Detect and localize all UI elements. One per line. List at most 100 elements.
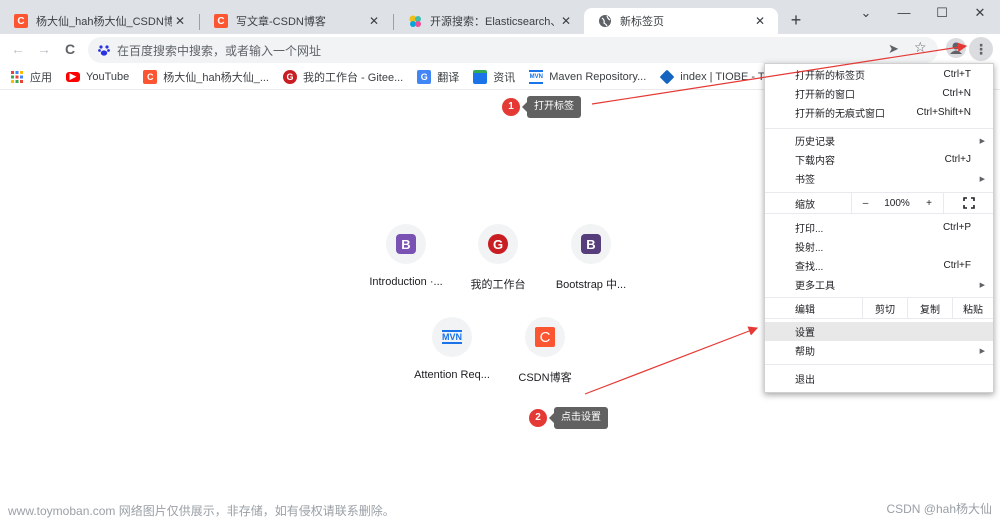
bookmark-gitee[interactable]: G 我的工作台 - Gitee... (283, 69, 403, 85)
close-tab-icon[interactable]: ✕ (366, 14, 382, 28)
reload-button[interactable]: C (60, 39, 80, 59)
menu-item-help[interactable]: 帮助 ▶ (765, 341, 993, 360)
globe-icon (598, 14, 612, 28)
bookmark-label: 我的工作台 - Gitee... (303, 71, 404, 84)
back-button[interactable]: ← (8, 39, 28, 59)
menu-item-more-tools[interactable]: 更多工具 ▶ (765, 275, 993, 294)
csdn-credit: CSDN @hah杨大仙 (886, 502, 992, 516)
toolbar: ← → C 在百度搜索中搜索，或者输入一个网址 ➤ ☆ (0, 34, 1000, 64)
profile-avatar[interactable] (946, 38, 966, 58)
close-tab-icon[interactable]: ✕ (558, 14, 574, 28)
copy-button[interactable]: 复制 (907, 297, 952, 319)
gitee-icon: G (488, 234, 508, 254)
shortcut-bootstrap-cn[interactable]: B Bootstrap 中... (546, 224, 636, 292)
menu-item-downloads[interactable]: 下载内容 Ctrl+J (765, 150, 993, 169)
menu-item-history[interactable]: 历史记录 ▶ (765, 131, 993, 150)
menu-shortcut: Ctrl+Shift+N (916, 107, 971, 118)
close-tab-icon[interactable]: ✕ (172, 14, 188, 28)
submenu-arrow-icon: ▶ (979, 175, 985, 183)
bookmark-tiobe[interactable]: index | TIOBE - Th... (659, 69, 780, 84)
menu-shortcut: Ctrl+P (942, 222, 971, 233)
menu-item-new-tab[interactable]: 打开新的标签页 Ctrl+T (765, 65, 993, 84)
bookmark-csdn[interactable]: C 杨大仙_hah杨大仙_... (143, 69, 269, 85)
bookmark-label: Maven Repository... (549, 70, 647, 83)
menu-label: 帮助 (795, 347, 815, 358)
watermark-text: www.toymoban.com 网络图片仅供展示，非存储，如有侵权请联系删除。 (8, 504, 395, 518)
bookmark-star-icon[interactable]: ☆ (914, 39, 927, 56)
bookmark-apps[interactable]: 应用 (10, 69, 52, 85)
send-to-devices-icon[interactable]: ➤ (888, 41, 899, 57)
menu-item-cast[interactable]: 投射... (765, 237, 993, 256)
maximize-button[interactable]: ☐ (922, 2, 962, 24)
menu-item-find[interactable]: 查找... Ctrl+F (765, 256, 993, 275)
tab-csdn-blog[interactable]: C 杨大仙_hah杨大仙_CSDN博客- ✕ (0, 8, 198, 34)
csdn-icon: C (143, 69, 158, 84)
paste-button[interactable]: 粘贴 (952, 297, 993, 319)
bookmark-youtube[interactable]: ▶ YouTube (66, 71, 129, 83)
shortcut-csdn[interactable]: C CSDN博客 (500, 317, 590, 385)
zoom-out-button[interactable]: – (851, 192, 879, 214)
tab-new-tab[interactable]: 新标签页 ✕ (584, 8, 778, 34)
translate-icon: G (417, 69, 432, 84)
tab-write-article[interactable]: C 写文章-CSDN博客 ✕ (200, 8, 392, 34)
cut-button[interactable]: 剪切 (862, 297, 907, 319)
menu-shortcut: Ctrl+T (943, 69, 972, 80)
tab-search-button[interactable]: ⌄ (846, 2, 886, 24)
annotation-badge-2: 2 (529, 409, 547, 427)
shortcut-label: Introduction ·... (369, 276, 443, 288)
bookmark-translate[interactable]: G 翻译 (417, 69, 459, 85)
close-tab-icon[interactable]: ✕ (752, 14, 768, 28)
bookmark-news[interactable]: 资讯 (473, 69, 515, 85)
zoom-in-button[interactable]: + (915, 192, 943, 214)
fullscreen-icon (962, 197, 975, 209)
shortcut-icon-container: B (571, 224, 611, 264)
close-window-button[interactable]: ✕ (960, 2, 1000, 24)
edit-label: 编辑 (795, 304, 815, 316)
submenu-arrow-icon: ▶ (979, 281, 985, 289)
menu-label: 设置 (795, 328, 815, 339)
shortcut-introduction[interactable]: B Introduction ·... (361, 224, 451, 288)
gitee-icon: G (283, 69, 297, 84)
menu-divider (765, 128, 993, 129)
chrome-menu-button[interactable]: ⋮ (969, 37, 993, 61)
browser-window: C 杨大仙_hah杨大仙_CSDN博客- ✕ C 写文章-CSDN博客 ✕ 开源… (0, 0, 1000, 520)
minimize-button[interactable]: — (884, 2, 924, 24)
menu-item-new-window[interactable]: 打开新的窗口 Ctrl+N (765, 84, 993, 103)
menu-item-bookmarks[interactable]: 书签 ▶ (765, 169, 993, 188)
annotation-badge-1: 1 (502, 98, 520, 116)
bookmark-maven[interactable]: MVN Maven Repository... (529, 69, 647, 84)
shortcut-icon-container: MVN (432, 317, 472, 357)
shortcut-label: CSDN博客 (518, 372, 572, 384)
zoom-level: 100% (884, 197, 910, 209)
bookmark-label: YouTube (86, 70, 130, 83)
tab-elasticsearch[interactable]: 开源搜索：Elasticsearch、ELK ✕ (394, 8, 584, 34)
shortcut-gitee-workbench[interactable]: G 我的工作台 (453, 224, 543, 292)
shortcut-label: Bootstrap 中... (555, 279, 627, 291)
shortcut-icon-container: B (386, 224, 426, 264)
menu-label: 更多工具 (795, 281, 835, 292)
annotation-tooltip-2: 点击设置 (549, 407, 608, 429)
menu-item-print[interactable]: 打印... Ctrl+P (765, 218, 993, 237)
menu-item-settings[interactable]: 设置 (765, 322, 993, 341)
tab-title: 新标签页 (620, 16, 664, 28)
menu-label: 打开新的无痕式窗口 (795, 109, 885, 120)
tab-title: 开源搜索：Elasticsearch、ELK (430, 16, 558, 28)
shortcut-maven[interactable]: MVN Attention Req... (407, 317, 497, 381)
youtube-icon: ▶ (66, 71, 80, 82)
maven-icon: MVN (529, 69, 544, 84)
menu-label: 下载内容 (795, 156, 835, 167)
menu-label: 打开新的窗口 (795, 90, 855, 101)
bookmark-label: 应用 (30, 71, 52, 84)
annotation-tooltip-1: 打开标签 (522, 96, 581, 118)
submenu-arrow-icon: ▶ (979, 137, 985, 145)
menu-shortcut: Ctrl+N (942, 88, 971, 99)
menu-item-incognito[interactable]: 打开新的无痕式窗口 Ctrl+Shift+N (765, 103, 993, 122)
new-tab-button[interactable]: + (786, 10, 806, 30)
shortcut-label: 我的工作台 (470, 279, 526, 291)
fullscreen-button[interactable] (943, 192, 993, 214)
forward-button[interactable]: → (34, 39, 54, 59)
menu-divider (765, 364, 993, 365)
address-bar[interactable]: 在百度搜索中搜索，或者输入一个网址 (88, 37, 938, 63)
menu-item-exit[interactable]: 退出 (765, 369, 993, 388)
address-placeholder: 在百度搜索中搜索，或者输入一个网址 (117, 43, 322, 58)
